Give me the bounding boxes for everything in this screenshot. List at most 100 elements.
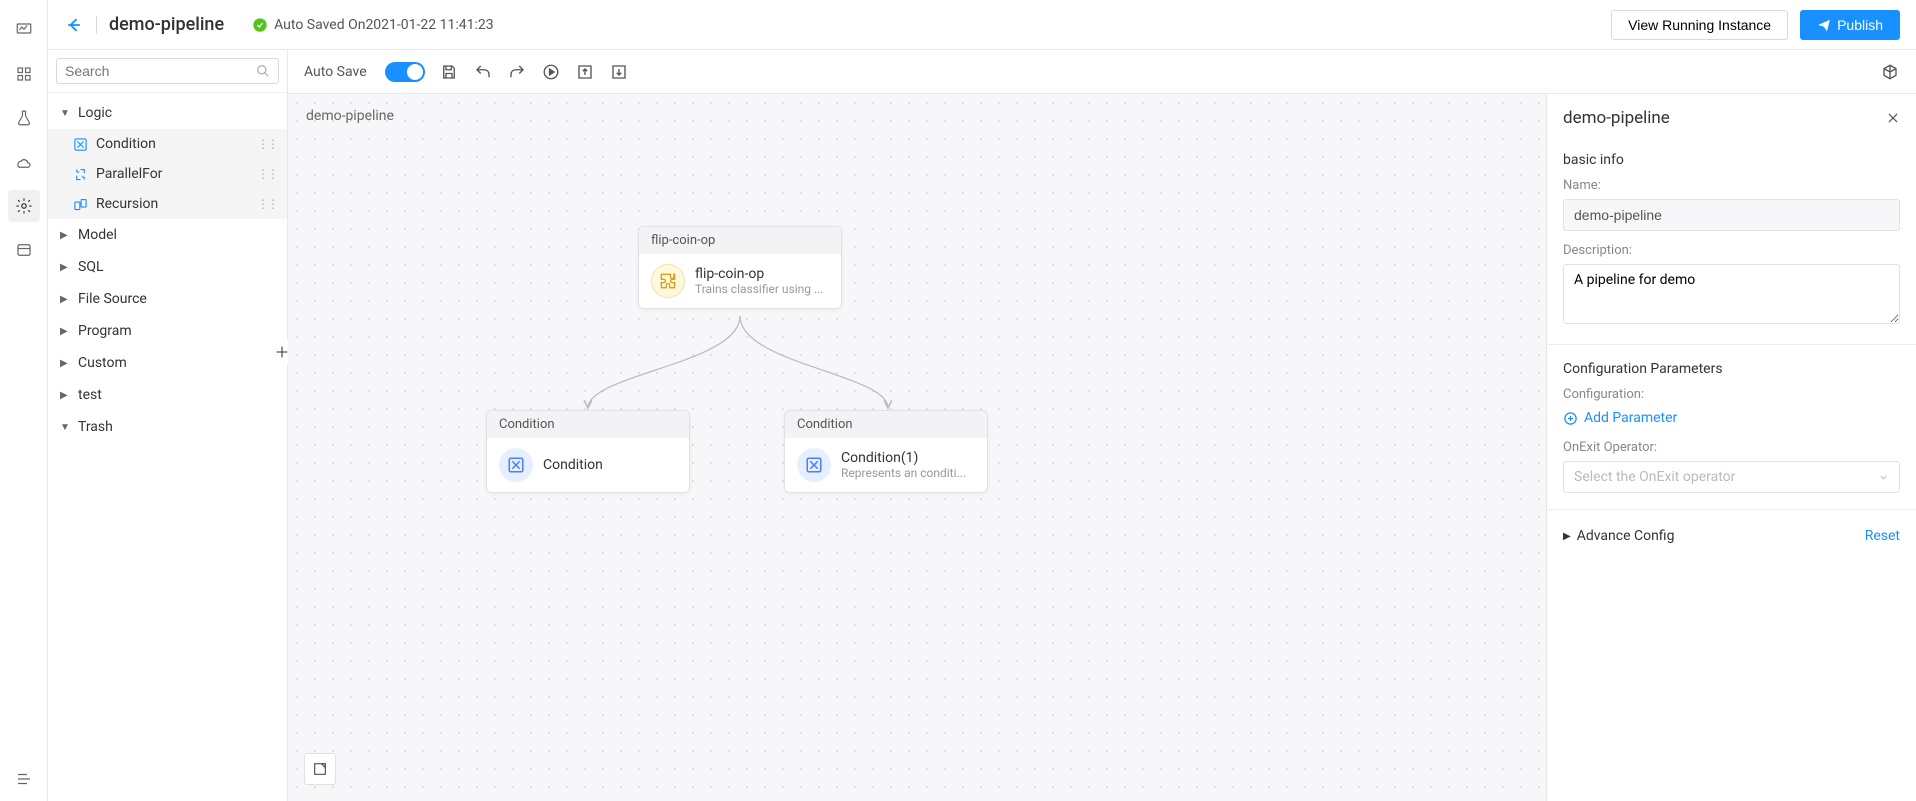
caret-right-icon: ▶ xyxy=(60,358,70,369)
tree-item-parallelfor[interactable]: ParallelFor ⋮⋮ xyxy=(48,159,287,189)
node-title: Condition xyxy=(543,457,603,473)
undo-button[interactable] xyxy=(473,62,493,82)
rail-icon-deploy[interactable] xyxy=(8,146,40,178)
run-button[interactable] xyxy=(541,62,561,82)
search-input[interactable] xyxy=(65,63,256,79)
tree-cat-custom[interactable]: ▶Custom xyxy=(48,347,287,379)
rail-icon-storage[interactable] xyxy=(8,234,40,266)
redo-button[interactable] xyxy=(507,62,527,82)
config-params-heading: Configuration Parameters xyxy=(1563,361,1900,377)
header-divider xyxy=(96,16,97,34)
name-field[interactable] xyxy=(1563,199,1900,231)
caret-right-icon: ▶ xyxy=(60,390,70,401)
condition-icon xyxy=(797,448,831,482)
header: demo-pipeline Auto Saved On2021-01-22 11… xyxy=(48,0,1916,50)
rail-icon-monitor[interactable] xyxy=(8,14,40,46)
tree-cat-program[interactable]: ▶Program xyxy=(48,315,287,347)
tree-cat-model[interactable]: ▶Model xyxy=(48,219,287,251)
node-title: Condition(1) xyxy=(841,450,966,466)
node-head: flip-coin-op xyxy=(639,227,841,254)
condition-icon xyxy=(72,136,88,152)
cube-icon[interactable] xyxy=(1880,62,1900,82)
tree-cat-file-source[interactable]: ▶File Source xyxy=(48,283,287,315)
onexit-label: OnExit Operator: xyxy=(1563,440,1900,455)
tree-item-label: ParallelFor xyxy=(96,166,162,182)
parallelfor-icon xyxy=(72,166,88,182)
name-label: Name: xyxy=(1563,178,1900,193)
reset-button[interactable]: Reset xyxy=(1865,528,1900,544)
tree-cat-sql[interactable]: ▶SQL xyxy=(48,251,287,283)
close-panel-button[interactable] xyxy=(1886,111,1900,125)
pipeline-canvas[interactable]: demo-pipeline flip-coin-op xyxy=(288,94,1546,801)
canvas-toolbar: Auto Save xyxy=(288,50,1916,94)
fit-view-button[interactable] xyxy=(304,753,336,785)
node-head: Condition xyxy=(785,411,987,438)
search-icon xyxy=(256,64,270,78)
panel-title: demo-pipeline xyxy=(1563,108,1670,128)
export-button[interactable] xyxy=(575,62,595,82)
import-button[interactable] xyxy=(609,62,629,82)
node-condition-1[interactable]: Condition Condition(1) Represents an con… xyxy=(784,410,988,493)
basic-info-heading: basic info xyxy=(1563,152,1900,168)
description-field[interactable] xyxy=(1563,264,1900,324)
caret-right-icon: ▶ xyxy=(1563,531,1571,542)
node-subtitle: Represents an conditi... xyxy=(841,466,966,480)
search-input-wrap[interactable] xyxy=(56,58,279,84)
autosave-text: Auto Saved On2021-01-22 11:41:23 xyxy=(274,17,494,33)
node-flip-coin-op[interactable]: flip-coin-op flip-coin-op Trains classif… xyxy=(638,226,842,309)
caret-right-icon: ▶ xyxy=(60,230,70,241)
canvas-title: demo-pipeline xyxy=(306,108,394,124)
page-title: demo-pipeline xyxy=(109,14,224,35)
tree-item-condition[interactable]: Condition ⋮⋮ xyxy=(48,129,287,159)
autosave-toggle[interactable] xyxy=(385,62,425,82)
advance-config-toggle[interactable]: ▶ Advance Config xyxy=(1563,528,1674,544)
add-parameter-button[interactable]: Add Parameter xyxy=(1563,410,1900,426)
publish-button[interactable]: Publish xyxy=(1800,10,1900,40)
component-sidebar: ▼Logic Condition ⋮⋮ ParallelFor ⋮⋮ Recur… xyxy=(48,50,288,801)
tree-cat-logic[interactable]: ▼Logic xyxy=(48,97,287,129)
back-button[interactable] xyxy=(64,15,84,35)
recursion-icon xyxy=(72,196,88,212)
plus-circle-icon xyxy=(1563,411,1578,426)
tree-cat-trash[interactable]: ▼Trash xyxy=(48,411,287,443)
caret-down-icon: ▼ xyxy=(60,108,70,119)
caret-right-icon: ▶ xyxy=(60,262,70,273)
left-rail xyxy=(0,0,48,801)
node-condition[interactable]: Condition Condition xyxy=(486,410,690,493)
component-tree: ▼Logic Condition ⋮⋮ ParallelFor ⋮⋮ Recur… xyxy=(48,93,287,801)
tree-item-recursion[interactable]: Recursion ⋮⋮ xyxy=(48,189,287,219)
grip-icon: ⋮⋮ xyxy=(257,167,277,181)
configuration-label: Configuration: xyxy=(1563,387,1900,402)
tree-item-label: Condition xyxy=(96,136,156,152)
condition-icon xyxy=(499,448,533,482)
section-divider xyxy=(1547,509,1916,510)
save-button[interactable] xyxy=(439,62,459,82)
properties-panel: demo-pipeline basic info Name: xyxy=(1546,94,1916,801)
check-circle-icon xyxy=(252,17,268,33)
description-label: Description: xyxy=(1563,243,1900,258)
autosave-status: Auto Saved On2021-01-22 11:41:23 xyxy=(252,17,494,33)
onexit-select[interactable]: Select the OnExit operator xyxy=(1563,461,1900,493)
send-icon xyxy=(1817,18,1831,32)
rail-icon-experiment[interactable] xyxy=(8,102,40,134)
node-title: flip-coin-op xyxy=(695,266,823,282)
autosave-label: Auto Save xyxy=(304,64,367,80)
puzzle-icon xyxy=(651,264,685,298)
caret-down-icon: ▼ xyxy=(60,422,70,433)
tree-item-label: Recursion xyxy=(96,196,158,212)
grip-icon: ⋮⋮ xyxy=(257,197,277,211)
rail-icon-settings[interactable] xyxy=(8,190,40,222)
tree-cat-test[interactable]: ▶test xyxy=(48,379,287,411)
node-head: Condition xyxy=(487,411,689,438)
rail-icon-layers[interactable] xyxy=(8,58,40,90)
close-icon xyxy=(1886,111,1900,125)
rail-icon-collapse[interactable] xyxy=(8,763,40,795)
expand-icon xyxy=(312,761,328,777)
grip-icon: ⋮⋮ xyxy=(257,137,277,151)
onexit-placeholder: Select the OnExit operator xyxy=(1574,469,1735,485)
chevron-down-icon xyxy=(1878,472,1889,483)
node-subtitle: Trains classifier using ... xyxy=(695,282,823,296)
view-running-instance-button[interactable]: View Running Instance xyxy=(1611,10,1788,40)
section-divider xyxy=(1547,344,1916,345)
caret-right-icon: ▶ xyxy=(60,326,70,337)
